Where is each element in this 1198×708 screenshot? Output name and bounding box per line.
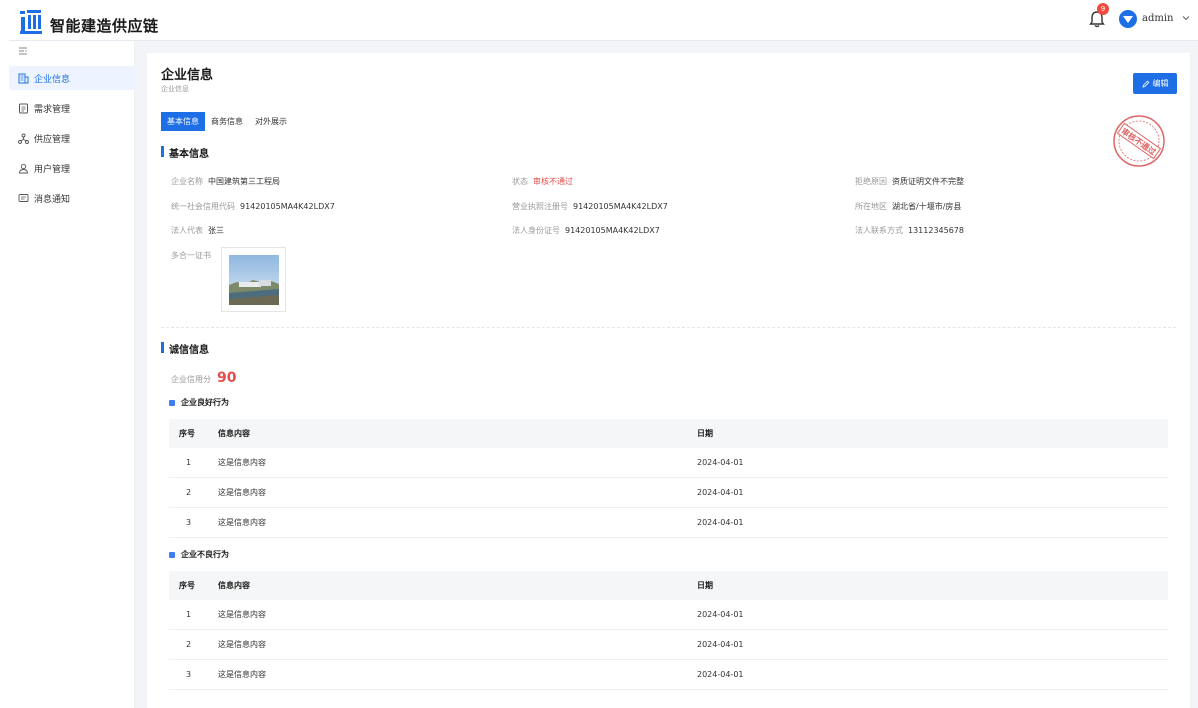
app-title: 智能建造供应链 <box>50 17 159 35</box>
field-certificate: 多合一证书 <box>171 251 211 260</box>
bad-behavior-title: 企业不良行为 <box>169 549 229 560</box>
edit-button[interactable]: 编辑 <box>1133 73 1177 94</box>
top-bar: 智能建造供应链 <box>9 6 1198 41</box>
bookmark-icon <box>169 399 175 406</box>
sidebar-item-label: 用户管理 <box>34 164 71 175</box>
message-icon <box>18 193 29 202</box>
sidebar-item-label: 企业信息 <box>34 74 71 85</box>
bad-behavior-table: 序号 信息内容 日期 1 这是信息内容 2024-04-01 2 这是信息内容 … <box>169 571 1168 690</box>
sidebar-item-users[interactable]: 用户管理 <box>9 156 135 180</box>
table-row[interactable]: 1 这是信息内容 2024-04-01 <box>169 448 1168 478</box>
field-credit-code: 统一社会信用代码 91420105MA4K42LDX7 <box>171 202 335 211</box>
menu-collapse-icon[interactable] <box>18 46 28 56</box>
network-icon <box>18 133 29 144</box>
table-row[interactable]: 3 这是信息内容 2024-04-01 <box>169 660 1168 690</box>
certificate-thumbnail[interactable] <box>221 247 286 312</box>
field-legal-id: 法人身份证号 91420105MA4K42LDX7 <box>512 226 660 235</box>
sidebar-item-supply[interactable]: 供应管理 <box>9 126 135 150</box>
sidebar-item-demand[interactable]: 需求管理 <box>9 96 135 120</box>
user-icon <box>19 163 28 173</box>
section-divider <box>161 327 1176 328</box>
document-icon <box>19 103 28 113</box>
sidebar-item-label: 消息通知 <box>34 194 71 205</box>
credit-score: 企业信用分 90 <box>171 370 236 386</box>
notification-badge: 9 <box>1097 3 1109 15</box>
tab-external-display[interactable]: 对外展示 <box>249 112 293 131</box>
certificate-photo <box>229 255 279 305</box>
section-title-credit: 诚信信息 <box>161 341 209 356</box>
sidebar-item-label: 供应管理 <box>34 134 71 145</box>
field-license-no: 营业执照注册号 91420105MA4K42LDX7 <box>512 202 668 211</box>
avatar[interactable] <box>1119 10 1137 28</box>
page-title: 企业信息 <box>161 68 214 83</box>
sidebar: 企业信息 需求管理 供应管理 用户管理 消息通知 <box>9 41 135 708</box>
bookmark-icon <box>169 551 175 558</box>
sidebar-item-company-info[interactable]: 企业信息 <box>9 66 135 90</box>
stamp-text: 审核不通过 <box>1119 126 1158 157</box>
credit-score-value: 90 <box>217 370 237 386</box>
pencil-icon <box>1141 80 1149 88</box>
avatar-shield-icon <box>1123 16 1133 23</box>
field-legal-phone: 法人联系方式 13112345678 <box>855 226 964 235</box>
section-title-basic: 基本信息 <box>161 145 209 160</box>
credit-score-label: 企业信用分 <box>171 375 211 384</box>
logo-icon <box>20 10 42 34</box>
building-icon <box>18 73 29 83</box>
tab-basic-info[interactable]: 基本信息 <box>161 112 205 131</box>
field-legal-rep: 法人代表 张三 <box>171 226 224 235</box>
table-row[interactable]: 2 这是信息内容 2024-04-01 <box>169 630 1168 660</box>
field-status: 状态 审核不通过 <box>512 177 573 186</box>
field-region: 所在地区 湖北省/十堰市/房县 <box>855 202 962 211</box>
breadcrumb: 企业信息 <box>161 85 189 93</box>
sidebar-item-label: 需求管理 <box>34 104 71 115</box>
user-name[interactable]: admin <box>1142 13 1173 24</box>
table-row[interactable]: 3 这是信息内容 2024-04-01 <box>169 508 1168 538</box>
table-row[interactable]: 2 这是信息内容 2024-04-01 <box>169 478 1168 508</box>
table-row[interactable]: 1 这是信息内容 2024-04-01 <box>169 600 1168 630</box>
good-behavior-title: 企业良好行为 <box>169 397 229 408</box>
rejected-stamp: 审核不通过 <box>1113 115 1165 167</box>
sidebar-item-messages[interactable]: 消息通知 <box>9 186 135 210</box>
field-reject-reason: 拒绝原因 资质证明文件不完整 <box>855 177 964 186</box>
status-badge: 审核不通过 <box>533 177 573 186</box>
table-header: 序号 信息内容 日期 <box>169 571 1168 600</box>
edit-button-label: 编辑 <box>1152 79 1169 88</box>
field-company-name: 企业名称 中国建筑第三工程局 <box>171 177 280 186</box>
table-header: 序号 信息内容 日期 <box>169 419 1168 448</box>
chevron-down-icon[interactable] <box>1181 13 1191 23</box>
tab-bar: 基本信息 商务信息 对外展示 <box>161 112 293 131</box>
good-behavior-table: 序号 信息内容 日期 1 这是信息内容 2024-04-01 2 这是信息内容 … <box>169 419 1168 538</box>
tab-business-info[interactable]: 商务信息 <box>205 112 249 131</box>
